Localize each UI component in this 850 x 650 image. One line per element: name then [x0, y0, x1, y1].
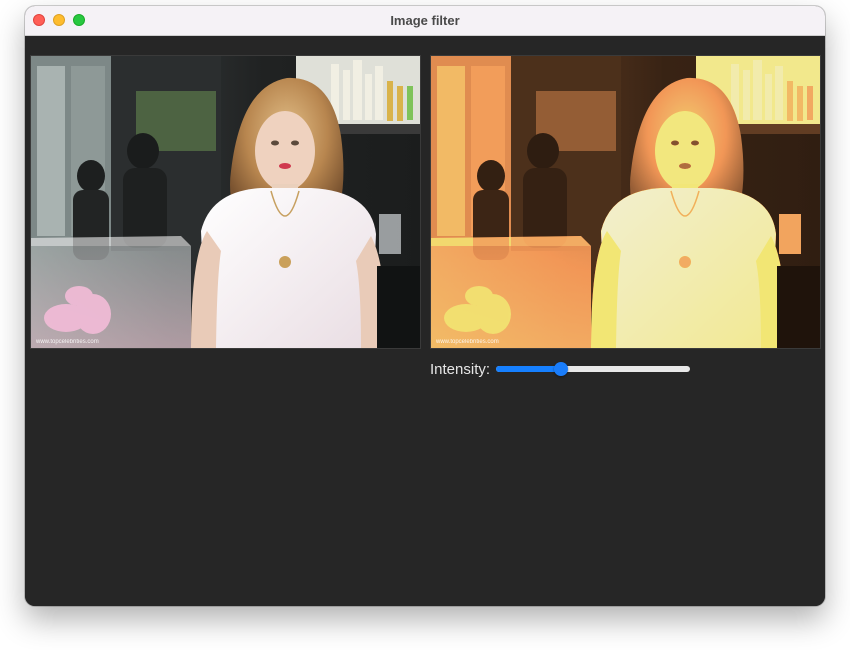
original-photo-graphic — [31, 56, 420, 348]
intensity-control: Intensity: — [430, 358, 691, 380]
desktop: Image filter www.topcelebrities.com www.… — [0, 0, 850, 650]
slider-fill — [496, 366, 562, 372]
image-watermark: www.topcelebrities.com — [36, 339, 99, 345]
intensity-label: Intensity: — [430, 360, 491, 378]
filtered-image: www.topcelebrities.com — [430, 55, 821, 349]
window-title: Image filter — [390, 13, 460, 28]
title-bar: Image filter — [25, 6, 825, 36]
slider-knob[interactable] — [554, 362, 569, 376]
main-content: www.topcelebrities.com www.topcelebritie… — [25, 36, 825, 606]
original-image: www.topcelebrities.com — [30, 55, 421, 349]
image-watermark: www.topcelebrities.com — [436, 339, 499, 345]
app-window: Image filter www.topcelebrities.com www.… — [25, 6, 825, 606]
filtered-photo-graphic — [431, 56, 820, 348]
intensity-slider[interactable] — [496, 359, 691, 379]
